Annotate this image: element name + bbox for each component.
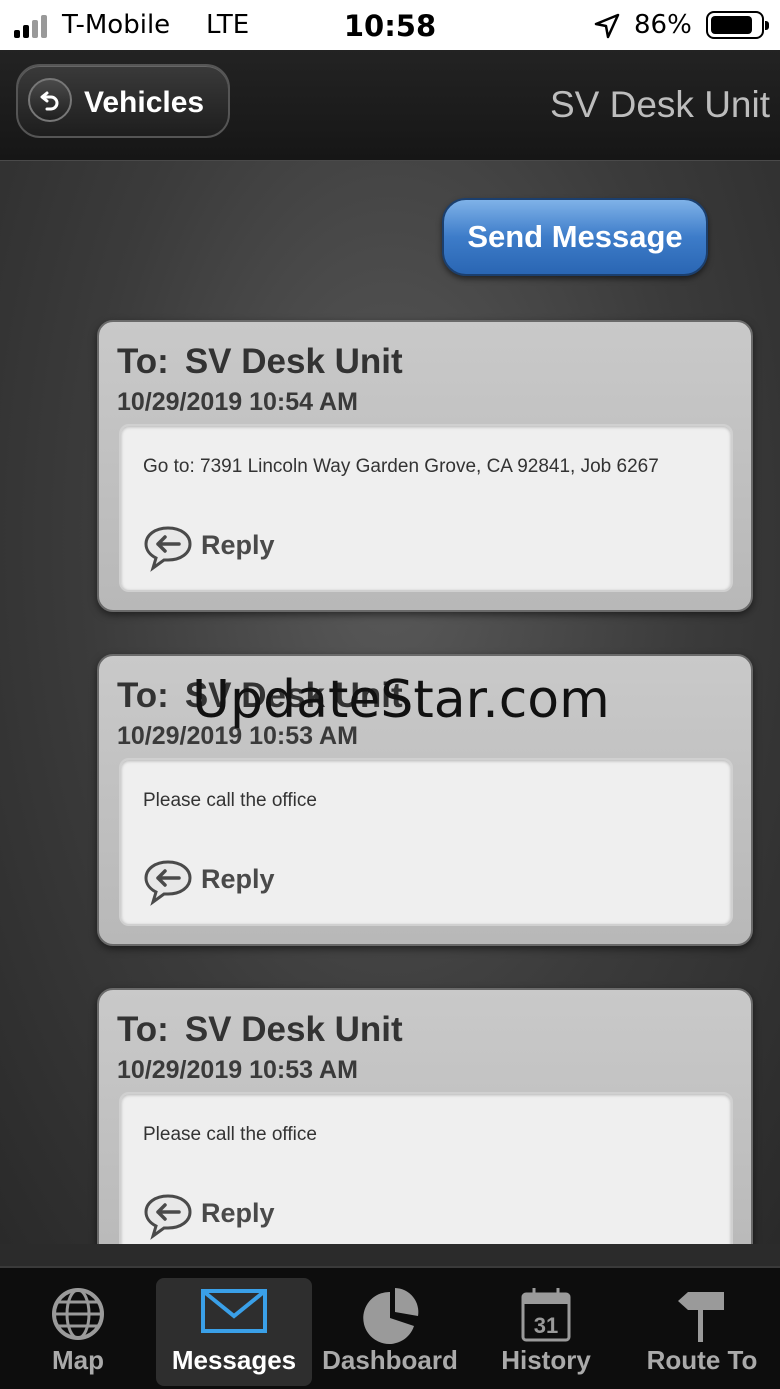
message-recipient: To: SV Desk Unit <box>117 1010 403 1050</box>
tab-dashboard-label: Dashboard <box>322 1345 458 1375</box>
message-card: To: SV Desk Unit 10/29/2019 10:53 AM Plea… <box>97 988 753 1244</box>
status-bar: T-Mobile LTE 10:58 86% <box>0 0 780 50</box>
calendar-day: 31 <box>534 1313 558 1338</box>
reply-label: Reply <box>201 1198 275 1228</box>
tab-map[interactable]: Map <box>0 1278 156 1386</box>
recipient-name: SV Desk Unit <box>184 1010 403 1049</box>
reply-button[interactable]: Reply <box>143 1192 343 1242</box>
message-recipient: To: SV Desk Unit <box>117 342 403 382</box>
battery-icon <box>706 11 769 39</box>
back-arrow-icon <box>28 78 72 122</box>
page-title: SV Desk Unit <box>549 84 770 125</box>
globe-icon <box>52 1288 104 1340</box>
message-text: Go to: 7391 Lincoln Way Garden Grove, CA… <box>143 456 659 477</box>
reply-bubble-icon <box>144 860 192 906</box>
to-label: To: <box>117 342 169 381</box>
tab-route-to[interactable]: Route To <box>624 1278 780 1386</box>
tab-route-to-label: Route To <box>646 1345 758 1375</box>
tab-bar: Map Messages Dashboard 31 History Route … <box>0 1266 780 1389</box>
reply-bubble-icon <box>144 526 192 572</box>
location-arrow-icon <box>594 13 620 39</box>
tab-map-label: Map <box>52 1345 104 1375</box>
calendar-icon: 31 <box>521 1288 571 1342</box>
reply-bubble-icon <box>144 1194 192 1240</box>
send-message-button[interactable]: Send Message <box>442 198 708 276</box>
message-text: Please call the office <box>143 1124 317 1145</box>
reply-label: Reply <box>201 864 275 894</box>
to-label: To: <box>117 676 169 715</box>
pie-chart-icon <box>363 1288 419 1344</box>
envelope-icon <box>201 1289 267 1333</box>
watermark-text: UpdateStar.com <box>192 670 610 730</box>
reply-label: Reply <box>201 530 275 560</box>
back-button-label: Vehicles <box>84 86 205 119</box>
message-body-box: Please call the office Reply <box>119 1092 733 1244</box>
tab-history[interactable]: 31 History <box>468 1278 624 1386</box>
message-body-box: Go to: 7391 Lincoln Way Garden Grove, CA… <box>119 424 733 592</box>
message-body-box: Please call the office Reply <box>119 758 733 926</box>
reply-button[interactable]: Reply <box>143 858 343 908</box>
tab-dashboard[interactable]: Dashboard <box>312 1278 468 1386</box>
to-label: To: <box>117 1010 169 1049</box>
nav-header: Vehicles SV Desk Unit <box>0 50 780 161</box>
message-text: Please call the office <box>143 790 317 811</box>
message-timestamp: 10/29/2019 10:53 AM <box>117 1056 358 1084</box>
message-card: To: SV Desk Unit 10/29/2019 10:54 AM Go t… <box>97 320 753 612</box>
battery-percent: 86% <box>634 10 692 40</box>
tab-messages-label: Messages <box>171 1345 297 1375</box>
message-timestamp: 10/29/2019 10:54 AM <box>117 388 358 416</box>
recipient-name: SV Desk Unit <box>184 342 403 381</box>
back-button[interactable]: Vehicles <box>16 64 230 138</box>
tab-messages[interactable]: Messages <box>156 1278 312 1386</box>
reply-button[interactable]: Reply <box>143 524 343 574</box>
tab-history-label: History <box>501 1345 591 1375</box>
signpost-icon <box>678 1292 724 1342</box>
